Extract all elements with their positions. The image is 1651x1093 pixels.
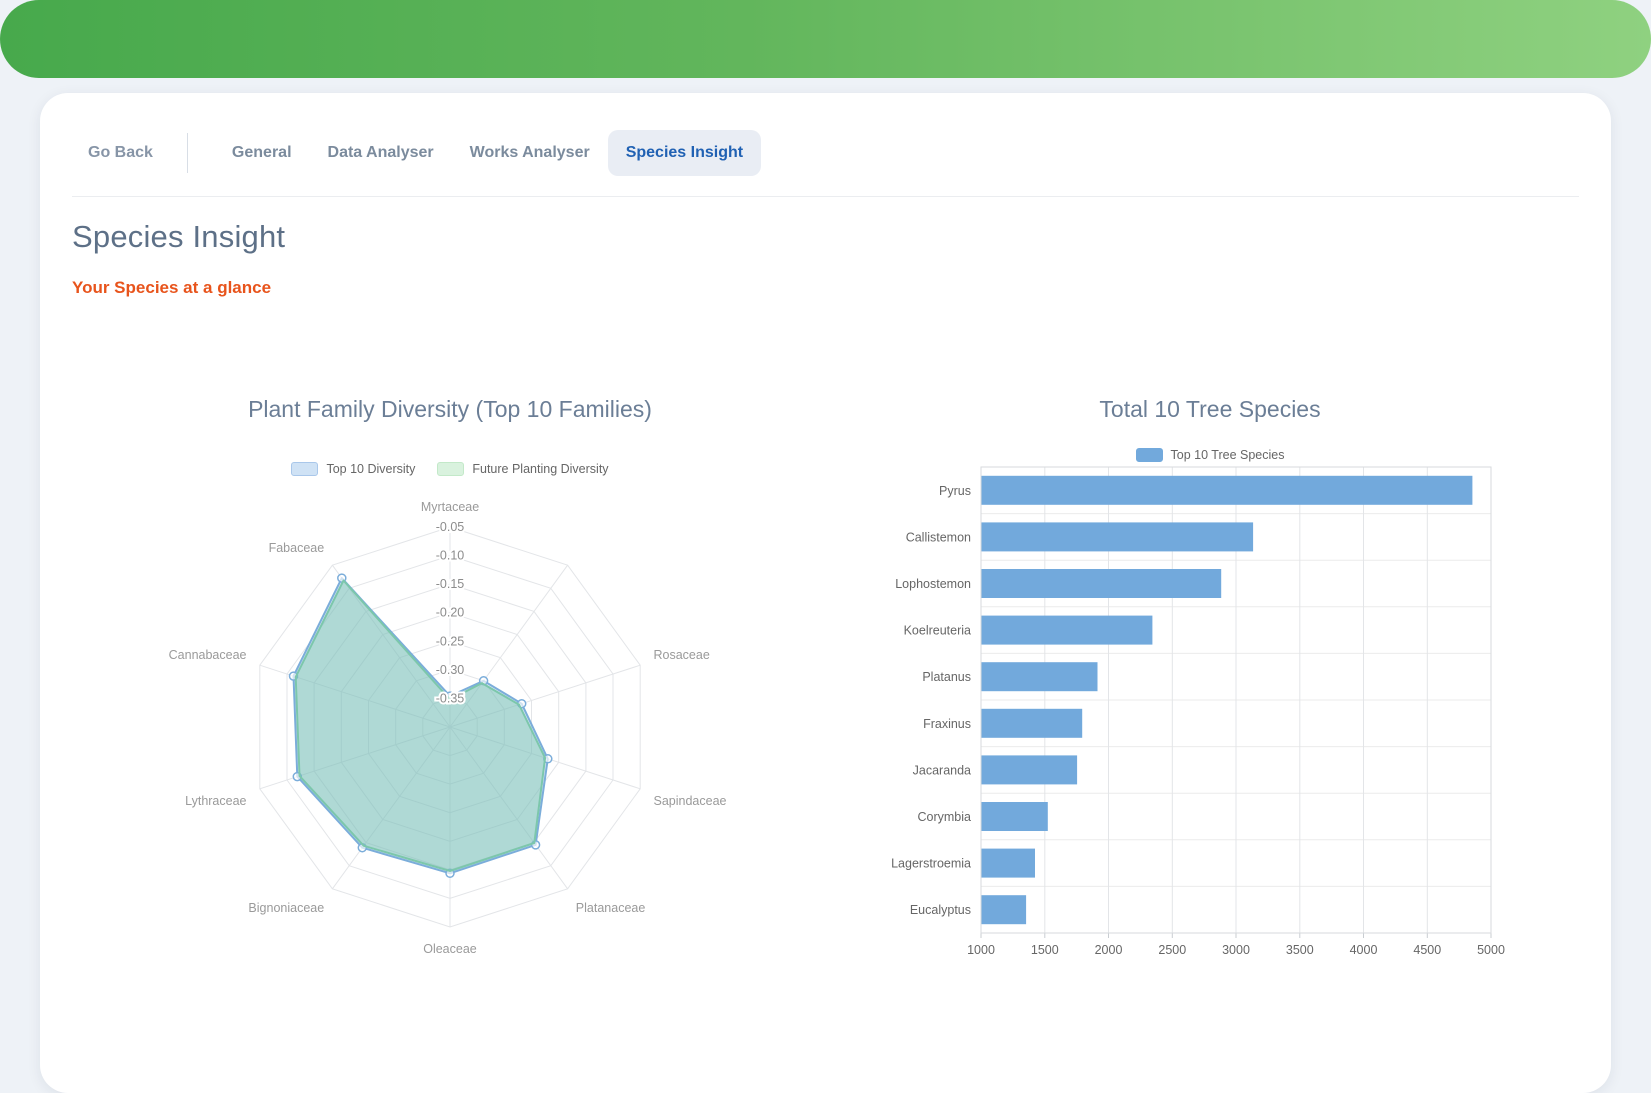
bar-rect-lagerstroemia: [982, 849, 1036, 878]
bar-category-label: Platanus: [922, 670, 971, 684]
bar-x-tick-label: 1500: [1031, 943, 1059, 957]
legend-item-future-planting[interactable]: Future Planting Diversity: [437, 462, 608, 476]
bar-x-tick-label: 2000: [1095, 943, 1123, 957]
bar-category-label: Koelreuteria: [904, 624, 971, 638]
bar-category-label: Pyrus: [939, 484, 971, 498]
legend-label-top10-diversity: Top 10 Diversity: [326, 462, 415, 476]
bar-rect-eucalyptus: [982, 895, 1027, 924]
bar-rect-callistemon: [982, 522, 1254, 551]
bar-x-tick-label: 3500: [1286, 943, 1314, 957]
bar-category-label: Corymbia: [918, 810, 972, 824]
bar-chart-block: Total 10 Tree Species Top 10 Tree Specie…: [860, 396, 1560, 963]
page-title: Species Insight: [72, 219, 285, 255]
bar-x-tick-label: 3000: [1222, 943, 1250, 957]
radar-indicator-label: Oleaceae: [423, 942, 477, 956]
bar-rect-koelreuteria: [982, 616, 1153, 645]
legend-swatch-future-planting: [437, 462, 464, 476]
radar-tick-label: -0.20: [436, 606, 465, 620]
bar-category-label: Eucalyptus: [910, 903, 971, 917]
radar-series-1: [296, 581, 545, 872]
radar-indicator-label: Lythraceae: [185, 794, 246, 808]
radar-indicator-label: Rosaceae: [654, 648, 710, 662]
radar-indicator-label: Fabaceae: [269, 541, 325, 555]
bar-category-label: Fraxinus: [923, 717, 971, 731]
bar-rect-lophostemon: [982, 569, 1222, 598]
tab-bar: Go Back General Data Analyser Works Anal…: [80, 127, 761, 179]
tab-general[interactable]: General: [214, 130, 310, 176]
bar-category-label: Callistemon: [906, 530, 971, 544]
go-back-button[interactable]: Go Back: [80, 130, 161, 176]
bar-chart-svg[interactable]: 1000 1500 2000 2500 3000 3500 4000 4500 5000 Pyru…: [860, 466, 1560, 963]
radar-chart-title: Plant Family Diversity (Top 10 Families): [100, 396, 800, 424]
bar-x-tick-label: 2500: [1158, 943, 1186, 957]
radar-indicator-label: Myrtaceae: [421, 500, 479, 514]
tab-works-analyser[interactable]: Works Analyser: [452, 130, 608, 176]
radar-tick-label: -0.10: [436, 549, 465, 563]
bar-rect-corymbia: [982, 802, 1048, 831]
radar-indicator-label: Platanaceae: [576, 901, 646, 915]
tab-divider: [187, 133, 188, 173]
radar-indicator-label: Sapindaceae: [654, 794, 727, 808]
bar-x-tick-label: 1000: [967, 943, 995, 957]
app-header-banner: [0, 0, 1651, 78]
tab-species-insight[interactable]: Species Insight: [608, 130, 761, 176]
bar-rect-platanus: [982, 662, 1098, 691]
radar-tick-label: -0.25: [436, 634, 465, 648]
legend-item-top10-diversity[interactable]: Top 10 Diversity: [291, 462, 415, 476]
bar-category-label: Lophostemon: [895, 577, 971, 591]
bar-legend: Top 10 Tree Species: [860, 446, 1560, 463]
bar-chart-title: Total 10 Tree Species: [860, 396, 1560, 424]
legend-label-future-planting: Future Planting Diversity: [472, 462, 608, 476]
tab-data-analyser[interactable]: Data Analyser: [310, 130, 452, 176]
bar-x-tick-label: 5000: [1477, 943, 1505, 957]
bar-category-label: Lagerstroemia: [891, 857, 971, 871]
radar-legend: Top 10 Diversity Future Planting Diversi…: [100, 460, 800, 477]
bar-x-tick-label: 4000: [1350, 943, 1378, 957]
page-subtitle: Your Species at a glance: [72, 278, 271, 298]
radar-tick-label: -0.30: [436, 663, 465, 677]
radar-tick-label: -0.15: [436, 577, 465, 591]
bar-rect-jacaranda: [982, 755, 1078, 784]
bar-category-label: Jacaranda: [913, 763, 971, 777]
bar-x-tick-label: 4500: [1413, 943, 1441, 957]
legend-swatch-top10-diversity: [291, 462, 318, 476]
legend-label-top10-tree-species: Top 10 Tree Species: [1171, 448, 1285, 462]
radar-chart-svg[interactable]: -0.05 -0.10 -0.15 -0.20 -0.25 -0.30 -0.35 Myrta…: [100, 490, 800, 968]
radar-chart-block: Plant Family Diversity (Top 10 Families)…: [100, 396, 800, 968]
radar-tick-label: -0.35: [436, 691, 465, 705]
radar-indicator-label: Cannabaceae: [169, 648, 247, 662]
page: { "colors": { "page_bg": "#eef2f7", "hea…: [0, 0, 1651, 968]
legend-item-top10-tree-species[interactable]: Top 10 Tree Species: [1136, 448, 1285, 462]
content-card: Go Back General Data Analyser Works Anal…: [40, 93, 1611, 1093]
legend-swatch-top10-tree-species: [1136, 448, 1163, 462]
bar-rect-fraxinus: [982, 709, 1083, 738]
bar-rect-pyrus: [982, 476, 1473, 505]
tab-bar-rule: [72, 196, 1579, 197]
radar-tick-label: -0.05: [436, 520, 465, 534]
radar-indicator-label: Bignoniaceae: [248, 901, 324, 915]
